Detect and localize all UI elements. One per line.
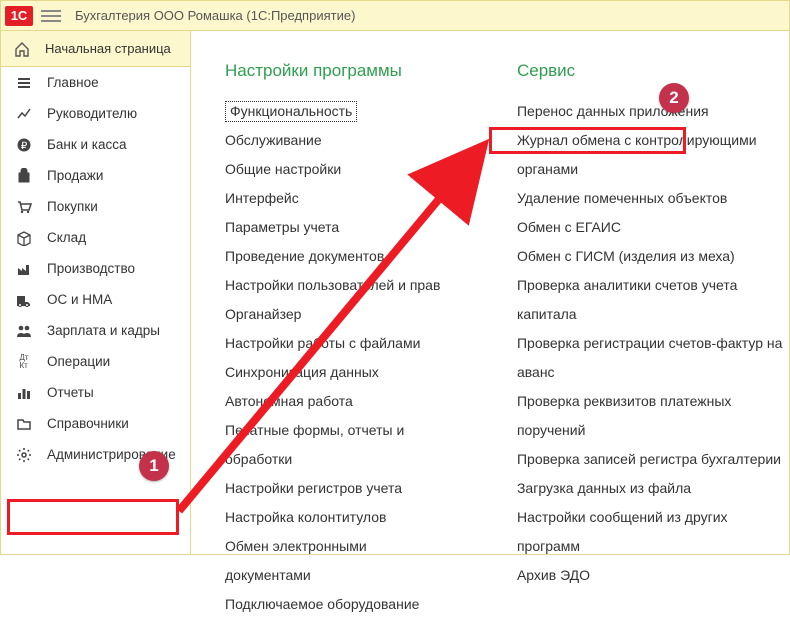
factory-icon [15,260,33,278]
sidebar-item-purchases[interactable]: Покупки [1,191,190,222]
column-title-settings: Настройки программы [225,61,447,81]
app-title: Бухгалтерия ООО Ромашка (1С:Предприятие) [75,8,355,23]
link-gism[interactable]: Обмен с ГИСМ (изделия из меха) [517,242,789,271]
link-hardware[interactable]: Подключаемое оборудование [225,590,447,619]
link-doc-posting[interactable]: Проведение документов [225,242,447,271]
annotation-badge-1: 1 [139,451,169,481]
sidebar-item-label: Зарплата и кадры [47,323,160,338]
settings-link-list: Функциональность Обслуживание Общие наст… [225,97,447,619]
link-check-invoices[interactable]: Проверка регистрации счетов-фактур на ав… [517,329,789,387]
sidebar-item-label: Покупки [47,199,98,214]
service-link-list: Перенос данных приложения Журнал обмена … [517,97,789,590]
sidebar-item-label: Главное [47,75,99,90]
svg-text:₽: ₽ [21,141,28,152]
sidebar-item-payroll[interactable]: Зарплата и кадры [1,315,190,346]
sidebar-item-label: Руководителю [47,106,137,121]
link-check-payments[interactable]: Проверка реквизитов платежных поручений [517,387,789,445]
people-icon [15,322,33,340]
box-icon [15,229,33,247]
link-functionality[interactable]: Функциональность [225,101,357,122]
sidebar-item-assets[interactable]: ОС и НМА [1,284,190,315]
link-check-register[interactable]: Проверка записей регистра бухгалтерии [517,445,789,474]
sidebar-item-warehouse[interactable]: Склад [1,222,190,253]
sidebar-item-main[interactable]: Главное [1,67,190,98]
link-data-transfer[interactable]: Перенос данных приложения [517,97,789,126]
sidebar-item-manager[interactable]: Руководителю [1,98,190,129]
link-register-settings[interactable]: Настройки регистров учета [225,474,447,503]
sidebar-item-label: Продажи [47,168,103,183]
main-area: Настройки программы Функциональность Обс… [191,31,789,554]
truck-icon [15,291,33,309]
link-delete-marked[interactable]: Удаление помеченных объектов [517,184,789,213]
sidebar-item-dictionaries[interactable]: Справочники [1,408,190,439]
sidebar-item-production[interactable]: Производство [1,253,190,284]
settings-column: Настройки программы Функциональность Обс… [225,61,447,619]
sidebar-item-label: Справочники [47,416,129,431]
home-icon [13,40,31,58]
sidebar-item-bank[interactable]: ₽ Банк и касса [1,129,190,160]
sidebar-item-label: Склад [47,230,86,245]
start-page-label: Начальная страница [45,41,171,56]
link-organizer[interactable]: Органайзер [225,300,447,329]
link-egais[interactable]: Обмен с ЕГАИС [517,213,789,242]
link-general-settings[interactable]: Общие настройки [225,155,447,184]
sidebar-item-label: Отчеты [47,385,94,400]
link-files-settings[interactable]: Настройки работы с файлами [225,329,447,358]
column-title-service: Сервис [517,61,789,81]
ruble-icon: ₽ [15,136,33,154]
folder-icon [15,415,33,433]
sidebar-item-label: Производство [47,261,135,276]
bag-icon [15,167,33,185]
link-exchange-journal[interactable]: Журнал обмена с контролирующими органами [517,126,789,184]
chart-line-icon [15,105,33,123]
link-check-capital[interactable]: Проверка аналитики счетов учета капитала [517,271,789,329]
link-data-sync[interactable]: Синхронизация данных [225,358,447,387]
link-users-rights[interactable]: Настройки пользователей и прав [225,271,447,300]
link-interface[interactable]: Интерфейс [225,184,447,213]
sidebar-item-reports[interactable]: Отчеты [1,377,190,408]
service-column: Сервис Перенос данных приложения Журнал … [517,61,789,619]
hamburger-icon[interactable] [41,6,61,26]
link-print-forms[interactable]: Печатные формы, отчеты и обработки [225,416,447,474]
gear-icon [15,446,33,464]
sidebar-item-sales[interactable]: Продажи [1,160,190,191]
link-offline[interactable]: Автономная работа [225,387,447,416]
dtkt-icon: ДтКт [15,353,33,371]
link-edo-archive[interactable]: Архив ЭДО [517,561,789,590]
logo-1c: 1С [5,6,33,26]
link-edo-exchange[interactable]: Обмен электронными документами [225,532,447,590]
cart-icon [15,198,33,216]
sidebar-item-label: Операции [47,354,110,369]
barchart-icon [15,384,33,402]
link-messaging-settings[interactable]: Настройки сообщений из других программ [517,503,789,561]
sidebar-item-label: ОС и НМА [47,292,112,307]
sidebar-item-label: Банк и касса [47,137,127,152]
link-headers-footers[interactable]: Настройка колонтитулов [225,503,447,532]
bars-icon [15,74,33,92]
titlebar: 1С Бухгалтерия ООО Ромашка (1С:Предприят… [1,1,789,31]
link-load-from-file[interactable]: Загрузка данных из файла [517,474,789,503]
link-maintenance[interactable]: Обслуживание [225,126,447,155]
annotation-badge-2: 2 [659,83,689,113]
link-accounting-params[interactable]: Параметры учета [225,213,447,242]
start-page-link[interactable]: Начальная страница [1,31,190,67]
sidebar-item-operations[interactable]: ДтКт Операции [1,346,190,377]
